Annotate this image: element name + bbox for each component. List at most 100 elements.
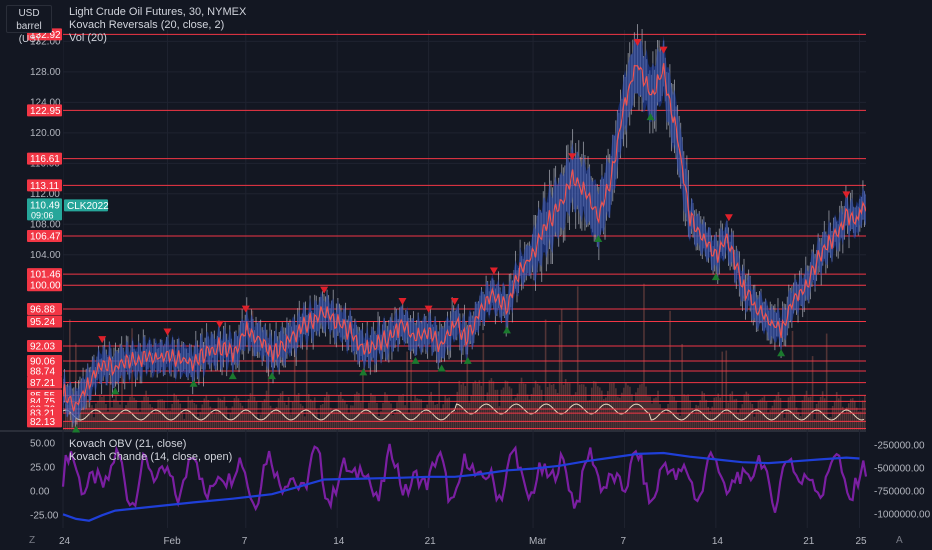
pane-legend: Kovach OBV (21, close) Kovach Chande (14…: [69, 438, 232, 464]
indicator-kovach-obv[interactable]: Kovach OBV (21, close): [69, 438, 232, 451]
volume-bar: [703, 393, 705, 430]
currency-selector[interactable]: USD barrel (US): [6, 5, 52, 45]
volume-bar: [855, 407, 858, 430]
volume-bar: [336, 408, 338, 430]
volume-bar: [454, 410, 457, 430]
volume-bar: [759, 399, 762, 430]
pane-y-tick-right: -750000.00: [874, 486, 925, 497]
indicator-volume[interactable]: Vol (20): [69, 32, 246, 45]
volume-bar: [430, 391, 432, 430]
indicator-kovach-chande[interactable]: Kovach Chande (14, close, open): [69, 451, 232, 464]
zoom-button[interactable]: Z: [29, 535, 35, 546]
volume-bar: [560, 309, 563, 430]
volume-bar: [424, 407, 426, 430]
level-tag-label: 92.03: [30, 341, 55, 352]
indicator-kovach-reversals[interactable]: Kovach Reversals (20, close, 2): [69, 19, 246, 32]
volume-bar: [185, 410, 188, 430]
volume-bar: [825, 333, 828, 430]
currency-label: USD: [18, 8, 40, 19]
volume-bar: [823, 398, 826, 430]
volume-bar: [821, 391, 824, 430]
volume-bar: [95, 403, 97, 430]
y-tick-label: 128.00: [30, 67, 61, 78]
volume-bar: [653, 398, 655, 430]
volume-bar: [574, 392, 577, 430]
volume-bar: [799, 416, 802, 430]
pane-y-tick-left: 25.00: [30, 463, 55, 474]
volume-bar: [675, 400, 677, 430]
volume-bar: [165, 408, 167, 430]
volume-bar: [751, 403, 754, 430]
volume-bar: [584, 386, 587, 430]
volume-bar: [243, 411, 246, 430]
volume-bar: [205, 394, 208, 430]
volume-bar: [659, 404, 661, 430]
volume-bar: [536, 383, 539, 430]
volume-bar: [596, 386, 599, 430]
volume-bar: [849, 398, 852, 430]
volume-bar: [795, 407, 798, 430]
volume-bar: [743, 394, 746, 430]
volume-bar: [135, 399, 137, 430]
volume-bar: [586, 400, 589, 430]
volume-bar: [801, 400, 804, 430]
volume-bar: [757, 400, 760, 430]
volume-bar: [113, 399, 115, 430]
volume-bar: [667, 403, 669, 430]
volume-bar: [683, 394, 685, 430]
volume-bar: [203, 398, 206, 430]
volume-bar: [233, 398, 236, 430]
volume-bar: [530, 394, 533, 430]
volume-bar: [115, 395, 117, 430]
volume-bar: [592, 381, 595, 430]
volume-bar: [426, 404, 428, 430]
volume-bar: [388, 401, 390, 430]
volume-bar: [307, 394, 310, 430]
volume-bar: [833, 401, 836, 430]
volume-bar: [303, 416, 306, 430]
volume-bar: [831, 406, 834, 430]
volume-bar: [705, 399, 707, 430]
volume-bar: [709, 410, 712, 430]
volume-bar: [201, 404, 204, 430]
x-tick-label: Mar: [529, 536, 547, 547]
volume-bar: [568, 383, 571, 430]
volume-bar: [356, 391, 358, 430]
level-tag-label: 96.88: [30, 305, 55, 316]
volume-bar: [145, 390, 147, 430]
y-tick-label: 104.00: [30, 250, 61, 261]
level-tag-label: 82.13: [30, 417, 55, 428]
volume-bar: [327, 394, 330, 430]
volume-bar: [693, 414, 695, 430]
volume-bar: [378, 416, 380, 430]
unit-label: barrel (US): [16, 21, 42, 45]
volume-bar: [119, 404, 121, 430]
volume-bar: [564, 379, 567, 430]
x-tick-label: 24: [59, 536, 71, 547]
volume-bar: [699, 400, 701, 430]
symbol-title[interactable]: Light Crude Oil Futures, 30, NYMEX: [69, 6, 246, 19]
volume-bar: [213, 414, 216, 430]
volume-bar: [721, 351, 724, 430]
volume-bar: [633, 402, 635, 430]
volume-bar: [468, 402, 471, 430]
volume-bar: [231, 406, 234, 430]
volume-bar: [566, 383, 569, 430]
volume-bar: [360, 402, 362, 430]
volume-bar: [785, 409, 788, 430]
volume-bar: [857, 411, 860, 430]
main-legend: Light Crude Oil Futures, 30, NYMEX Kovac…: [69, 6, 246, 45]
volume-bar: [731, 391, 734, 430]
volume-bar: [159, 399, 161, 430]
chart-canvas[interactable]: 132.00128.00124.00120.00116.00112.00108.…: [0, 0, 932, 550]
volume-bar: [773, 399, 776, 430]
pane-y-tick-left: 0.00: [30, 487, 50, 498]
volume-bar: [835, 391, 838, 430]
volume-bar: [476, 383, 479, 430]
pane-y-tick-left: 50.00: [30, 439, 55, 450]
volume-bar: [474, 380, 477, 430]
volume-bar: [741, 404, 744, 430]
volume-bar: [261, 402, 264, 430]
auto-scale-button[interactable]: A: [896, 535, 903, 546]
volume-bar: [442, 404, 445, 430]
